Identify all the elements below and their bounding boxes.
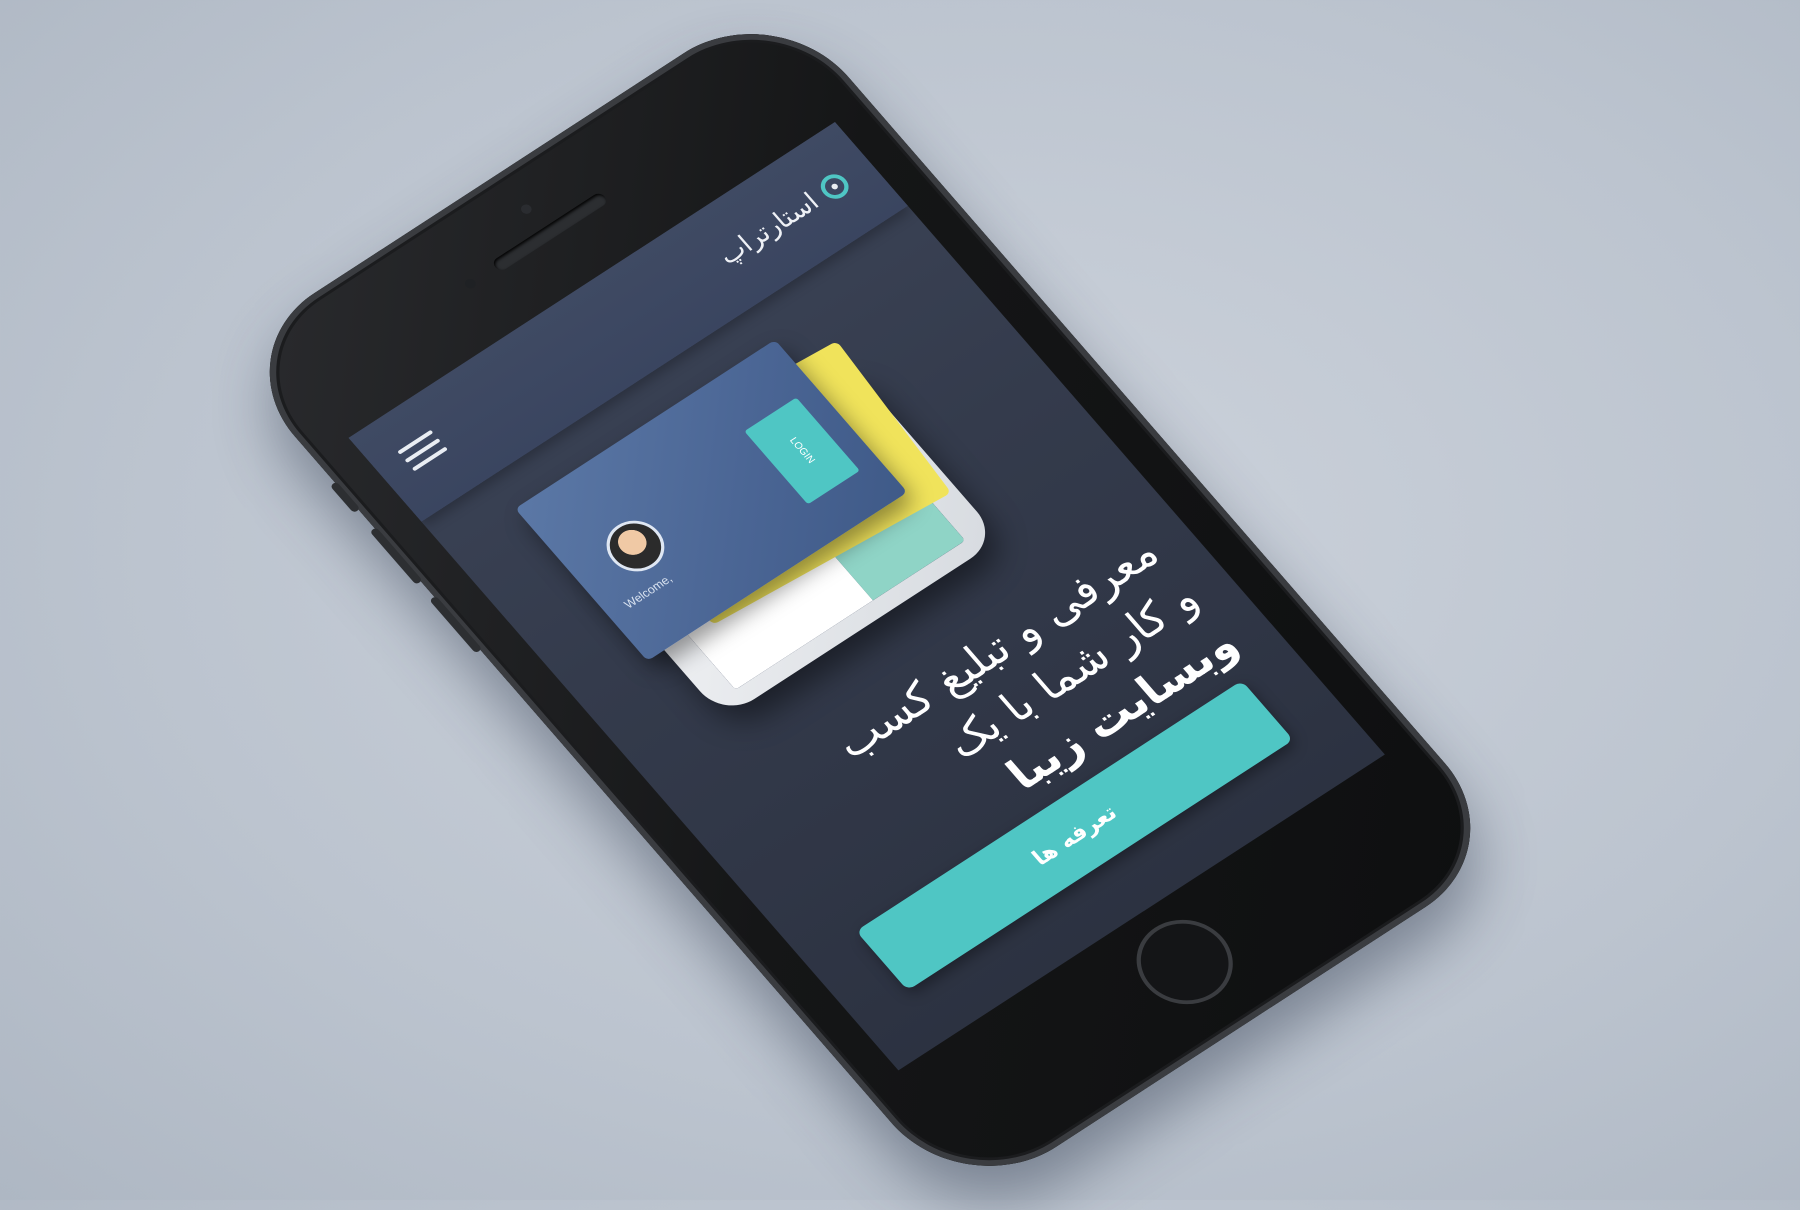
illustration-welcome-text: Welcome, [621,571,676,612]
mute-switch [329,481,361,514]
avatar [594,510,676,582]
front-camera [518,202,534,216]
phone-device: استارتراپ Welcome, LOGIN معرفی و تبلیغ ک… [222,0,1518,1207]
mockup-stage: استارتراپ Welcome, LOGIN معرفی و تبلیغ ک… [0,0,1800,1207]
volume-up-button [369,527,423,585]
proximity-sensor [462,277,478,291]
home-button [1117,903,1253,1021]
menu-bar-line [397,429,434,455]
brand-name: استارتراپ [712,187,826,271]
volume-down-button [429,595,483,654]
brand[interactable]: استارتراپ [709,164,858,274]
earpiece-speaker [490,191,610,273]
brand-logo-icon [815,169,855,204]
hamburger-menu-icon[interactable] [397,429,450,475]
